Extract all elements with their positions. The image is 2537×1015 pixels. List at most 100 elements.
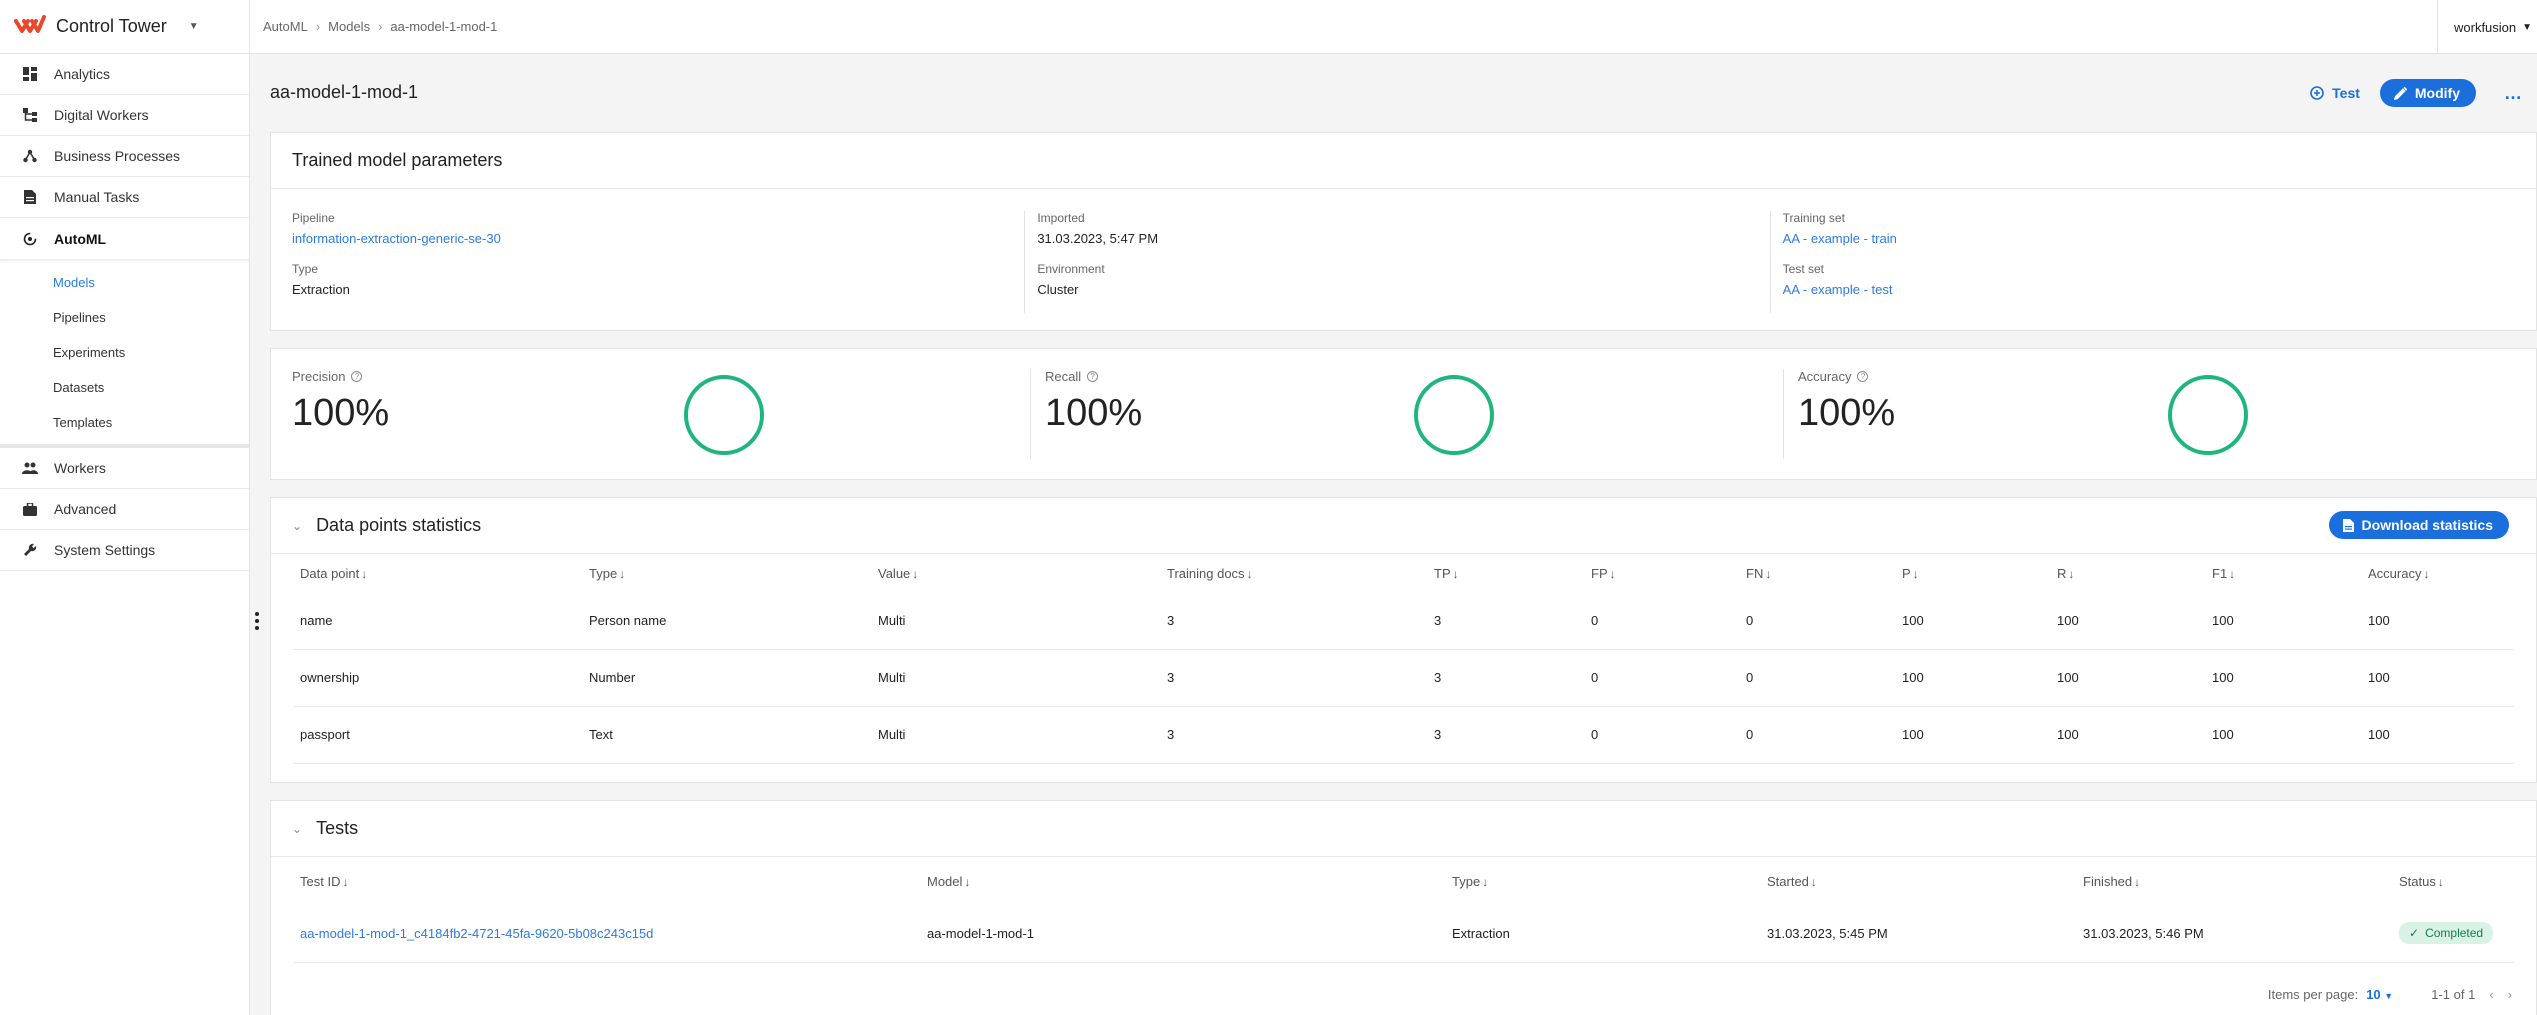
metrics-row: Precision? 100% Recall? 100% Accuracy? 1… [271, 349, 2536, 481]
sidebar-item-label: Analytics [54, 66, 111, 82]
col-accuracy[interactable]: Accuracy ↓ [2361, 554, 2514, 592]
metric-recall: Recall? 100% [1030, 369, 1783, 459]
sidebar-item-digital-workers[interactable]: Digital Workers [0, 95, 249, 136]
sidebar-item-advanced[interactable]: Advanced [0, 489, 249, 530]
col-type[interactable]: Type ↓ [582, 554, 871, 592]
sort-arrow-icon: ↓ [2068, 566, 2075, 581]
type-label: Type [292, 262, 319, 276]
chevron-down-icon[interactable]: ⌄ [292, 822, 302, 836]
col-status[interactable]: Status ↓ [2392, 857, 2514, 905]
sidebar-item-manual-tasks[interactable]: Manual Tasks [0, 177, 249, 218]
tests-header: ⌄ Tests [271, 801, 2536, 857]
cell: 100 [1895, 592, 2050, 650]
cell: 100 [1895, 706, 2050, 764]
table-row: name Person name Multi 3 3 0 0 100 100 100 100 [293, 592, 2514, 650]
recall-ring [1414, 375, 1494, 455]
col-training-docs[interactable]: Training docs ↓ [1160, 554, 1427, 592]
col-tp[interactable]: TP ↓ [1427, 554, 1584, 592]
chevron-right-icon[interactable]: › [2508, 987, 2512, 1002]
cell: 100 [2205, 649, 2361, 707]
col-r[interactable]: R ↓ [2050, 554, 2205, 592]
tests-header-row: Test ID ↓ Model ↓ Type ↓ Started ↓ Finished ↓… [293, 857, 2514, 905]
subnav-item-templates[interactable]: Templates [0, 405, 249, 440]
params-grid: Pipeline information-extraction-generic-s… [271, 189, 2536, 313]
dashboard-icon [22, 66, 38, 82]
items-per-page-select[interactable]: 10 ▼ [2366, 987, 2393, 1002]
cell: Number [582, 649, 871, 707]
sidebar-item-automl[interactable]: AutoML [0, 218, 249, 259]
tenant-selector[interactable]: workfusion ▼ [2437, 0, 2537, 54]
col-fp[interactable]: FP ↓ [1584, 554, 1739, 592]
chevron-left-icon[interactable]: ‹ [2489, 987, 2493, 1002]
test-set-link[interactable]: AA - example - test [1783, 282, 2515, 297]
sidebar-collapse-handle[interactable] [255, 612, 261, 633]
chevron-down-icon[interactable]: ⌄ [292, 519, 302, 533]
sidebar-item-analytics[interactable]: Analytics [0, 54, 249, 95]
col-type[interactable]: Type ↓ [1445, 857, 1760, 905]
cell: Multi [871, 592, 1160, 650]
cell: Multi [871, 706, 1160, 764]
metric-label: Recall [1045, 369, 1082, 384]
test-button[interactable]: Test [2310, 85, 2360, 101]
more-options-icon[interactable]: … [2504, 83, 2522, 104]
test-id-link[interactable]: aa-model-1-mod-1_c4184fb2-4721-45fa-9620… [293, 905, 920, 963]
help-icon[interactable]: ? [1087, 371, 1099, 382]
imported-label: Imported [1037, 211, 1085, 225]
col-test-id[interactable]: Test ID ↓ [293, 857, 920, 905]
page-actions: Test Modify … [2310, 79, 2522, 107]
metric-precision: Precision? 100% [292, 369, 1030, 459]
metrics-card: Precision? 100% Recall? 100% Accuracy? 1… [270, 348, 2537, 480]
document-icon [2342, 518, 2354, 532]
subnav-item-experiments[interactable]: Experiments [0, 335, 249, 370]
download-statistics-button[interactable]: Download statistics [2328, 511, 2509, 539]
app-name: Control Tower [56, 16, 167, 36]
sort-arrow-icon: ↓ [1482, 874, 1489, 889]
sidebar-item-business-processes[interactable]: Business Processes [0, 136, 249, 177]
sort-arrow-icon: ↓ [1810, 874, 1817, 889]
pagination: Items per page: 10 ▼ 1-1 of 1 ‹ › [271, 963, 2536, 1015]
col-finished[interactable]: Finished ↓ [2076, 857, 2392, 905]
col-data-point[interactable]: Data point ↓ [293, 554, 582, 592]
help-icon[interactable]: ? [351, 371, 363, 382]
check-icon: ✓ [2409, 926, 2420, 941]
sort-arrow-icon: ↓ [1246, 566, 1253, 581]
col-f1[interactable]: F1 ↓ [2205, 554, 2361, 592]
sidebar-item-workers[interactable]: Workers [0, 448, 249, 489]
modify-button[interactable]: Modify [2379, 79, 2476, 107]
col-p[interactable]: P ↓ [1895, 554, 2050, 592]
breadcrumb-automl[interactable]: AutoML [263, 19, 308, 34]
sidebar-item-system-settings[interactable]: System Settings [0, 530, 249, 571]
stats-header-row: Data point ↓ Type ↓ Value ↓ Training docs ↓ … [293, 554, 2514, 592]
caret-down-icon[interactable]: ▼ [189, 21, 199, 32]
subnav-item-pipelines[interactable]: Pipelines [0, 300, 249, 335]
sort-arrow-icon: ↓ [361, 566, 368, 581]
brand[interactable]: Control Tower ▼ [0, 0, 249, 54]
test-button-label: Test [2332, 85, 2360, 101]
subnav-item-datasets[interactable]: Datasets [0, 370, 249, 405]
training-set-link[interactable]: AA - example - train [1783, 231, 2515, 246]
breadcrumb: AutoML › Models › aa-model-1-mod-1 [250, 19, 497, 34]
cell: 31.03.2023, 5:45 PM [1760, 905, 2076, 963]
subnav-item-models[interactable]: Models [0, 265, 249, 300]
col-started[interactable]: Started ↓ [1760, 857, 2076, 905]
cell: aa-model-1-mod-1 [920, 905, 1445, 963]
sidebar-item-label: AutoML [54, 230, 107, 247]
table-row: ownership Number Multi 3 3 0 0 100 100 100 100 [293, 649, 2514, 707]
cell: ownership [293, 649, 582, 707]
process-icon [22, 148, 38, 164]
pipeline-link[interactable]: information-extraction-generic-se-30 [292, 231, 1024, 246]
col-model[interactable]: Model ↓ [920, 857, 1445, 905]
help-icon[interactable]: ? [1857, 371, 1869, 382]
cell: 3 [1160, 706, 1427, 764]
cell: 100 [2361, 649, 2514, 707]
params-title: Trained model parameters [271, 133, 2536, 189]
cell: passport [293, 706, 582, 764]
cell: 100 [2050, 706, 2205, 764]
type-value: Extraction [292, 282, 350, 297]
col-fn[interactable]: FN ↓ [1739, 554, 1895, 592]
breadcrumb-models[interactable]: Models [328, 19, 370, 34]
tests-table-wrap: Test ID ↓ Model ↓ Type ↓ Started ↓ Finished ↓… [271, 857, 2536, 963]
imported-value: 31.03.2023, 5:47 PM [1037, 231, 1159, 246]
col-value[interactable]: Value ↓ [871, 554, 1160, 592]
sidebar-item-label: Workers [54, 460, 106, 476]
